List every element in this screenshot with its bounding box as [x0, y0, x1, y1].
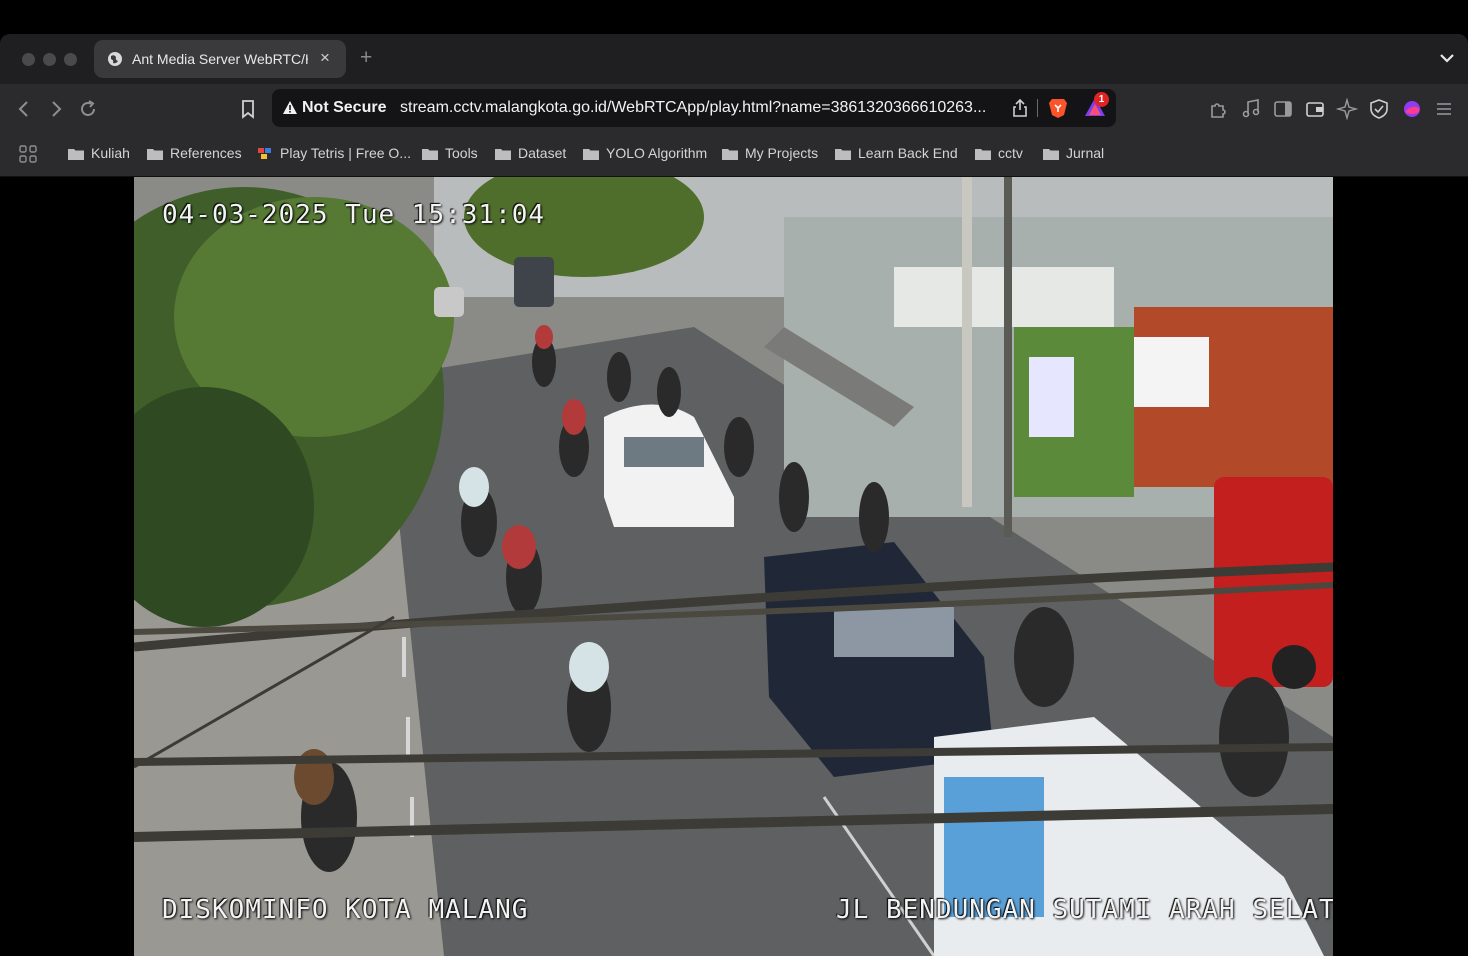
bookmark-item[interactable]: Dataset [495, 145, 566, 165]
tab-strip: Ant Media Server WebRTC/HLS × + [0, 34, 1468, 84]
leo-ai-icon[interactable] [1336, 98, 1358, 120]
bookmark-item[interactable]: YOLO Algorithm [583, 145, 707, 165]
bookmark-item[interactable]: cctv [975, 145, 1023, 165]
minimize-window-button[interactable] [43, 53, 56, 66]
bookmark-label: Dataset [518, 145, 567, 161]
close-window-button[interactable] [22, 53, 35, 66]
bookmark-icon[interactable] [238, 99, 258, 119]
bookmark-item[interactable]: My Projects [722, 145, 818, 165]
bookmark-label: Kuliah [91, 145, 130, 161]
bookmark-label: My Projects [745, 145, 819, 161]
video-timestamp: 04-03-2025 Tue 15:31:04 [162, 200, 546, 230]
forward-icon[interactable] [46, 99, 66, 119]
wallet-icon[interactable] [1304, 98, 1326, 120]
warning-icon [283, 101, 297, 114]
bookmark-label: Jurnal [1066, 145, 1105, 161]
bookmark-label: References [170, 145, 242, 161]
address-bar[interactable]: Not Secure stream.cctv.malangkota.go.id/… [272, 89, 1116, 127]
apps-grid-icon[interactable] [18, 144, 38, 164]
folder-icon [583, 149, 599, 160]
sidebar-icon[interactable] [1272, 98, 1294, 120]
tab-title: Ant Media Server WebRTC/HLS [132, 51, 308, 67]
bookmark-item[interactable]: Play Tetris | Free O... [257, 145, 411, 165]
folder-icon [422, 149, 438, 160]
traffic-camera-scene [134, 177, 1333, 956]
folder-icon [835, 149, 851, 160]
globe-icon [108, 52, 122, 66]
bookmark-label: YOLO Algorithm [606, 145, 708, 161]
bookmarks-bar: Kuliah References Play Tetris | Free O..… [0, 134, 1468, 177]
folder-icon [722, 149, 738, 160]
bookmark-label: Tools [445, 145, 478, 161]
bookmark-label: cctv [998, 145, 1023, 161]
bookmark-item[interactable]: Kuliah [68, 145, 130, 165]
menu-icon[interactable] [1433, 98, 1455, 120]
bookmark-label: Learn Back End [858, 145, 958, 161]
zoom-window-button[interactable] [64, 53, 77, 66]
bookmark-item[interactable]: Learn Back End [835, 145, 958, 165]
video-location-label: JL BENDUNGAN SUTAMI ARAH SELATAN [836, 895, 1333, 925]
folder-icon [147, 149, 163, 160]
folder-icon [495, 149, 511, 160]
tab-active[interactable]: Ant Media Server WebRTC/HLS × [94, 40, 346, 78]
cctv-video-player[interactable]: 04-03-2025 Tue 15:31:04 DISKOMINFO KOTA … [134, 177, 1333, 956]
profile-avatar-icon[interactable] [1401, 98, 1423, 120]
vpn-shield-icon[interactable] [1368, 98, 1390, 120]
bookmark-item[interactable]: Tools [422, 145, 478, 165]
reload-icon[interactable] [78, 99, 98, 119]
music-icon[interactable] [1240, 98, 1262, 120]
folder-icon [975, 149, 991, 160]
new-tab-button[interactable]: + [360, 46, 372, 70]
close-tab-icon[interactable]: × [320, 48, 330, 68]
url-text[interactable]: stream.cctv.malangkota.go.id/WebRTCApp/p… [400, 99, 990, 117]
bookmark-item[interactable]: References [147, 145, 242, 165]
browser-window: Ant Media Server WebRTC/HLS × + [0, 34, 1468, 956]
security-label[interactable]: Not Secure [302, 99, 386, 117]
folder-icon [1043, 149, 1059, 160]
bookmark-label: Play Tetris | Free O... [280, 145, 411, 161]
folder-icon [68, 149, 84, 160]
chevron-down-icon[interactable] [1439, 52, 1455, 64]
page-content: 04-03-2025 Tue 15:31:04 DISKOMINFO KOTA … [0, 177, 1468, 956]
extensions-icon[interactable] [1207, 98, 1229, 120]
bookmark-item[interactable]: Jurnal [1043, 145, 1104, 165]
share-icon[interactable] [1012, 98, 1028, 118]
url-separator [1037, 99, 1038, 117]
video-source-label: DISKOMINFO KOTA MALANG [162, 895, 529, 925]
rewards-badge: 1 [1094, 92, 1109, 107]
navigation-bar: Not Secure stream.cctv.malangkota.go.id/… [0, 84, 1468, 134]
tetris-favicon [258, 148, 271, 159]
back-icon[interactable] [14, 99, 34, 119]
brave-shields-icon[interactable] [1048, 97, 1068, 119]
